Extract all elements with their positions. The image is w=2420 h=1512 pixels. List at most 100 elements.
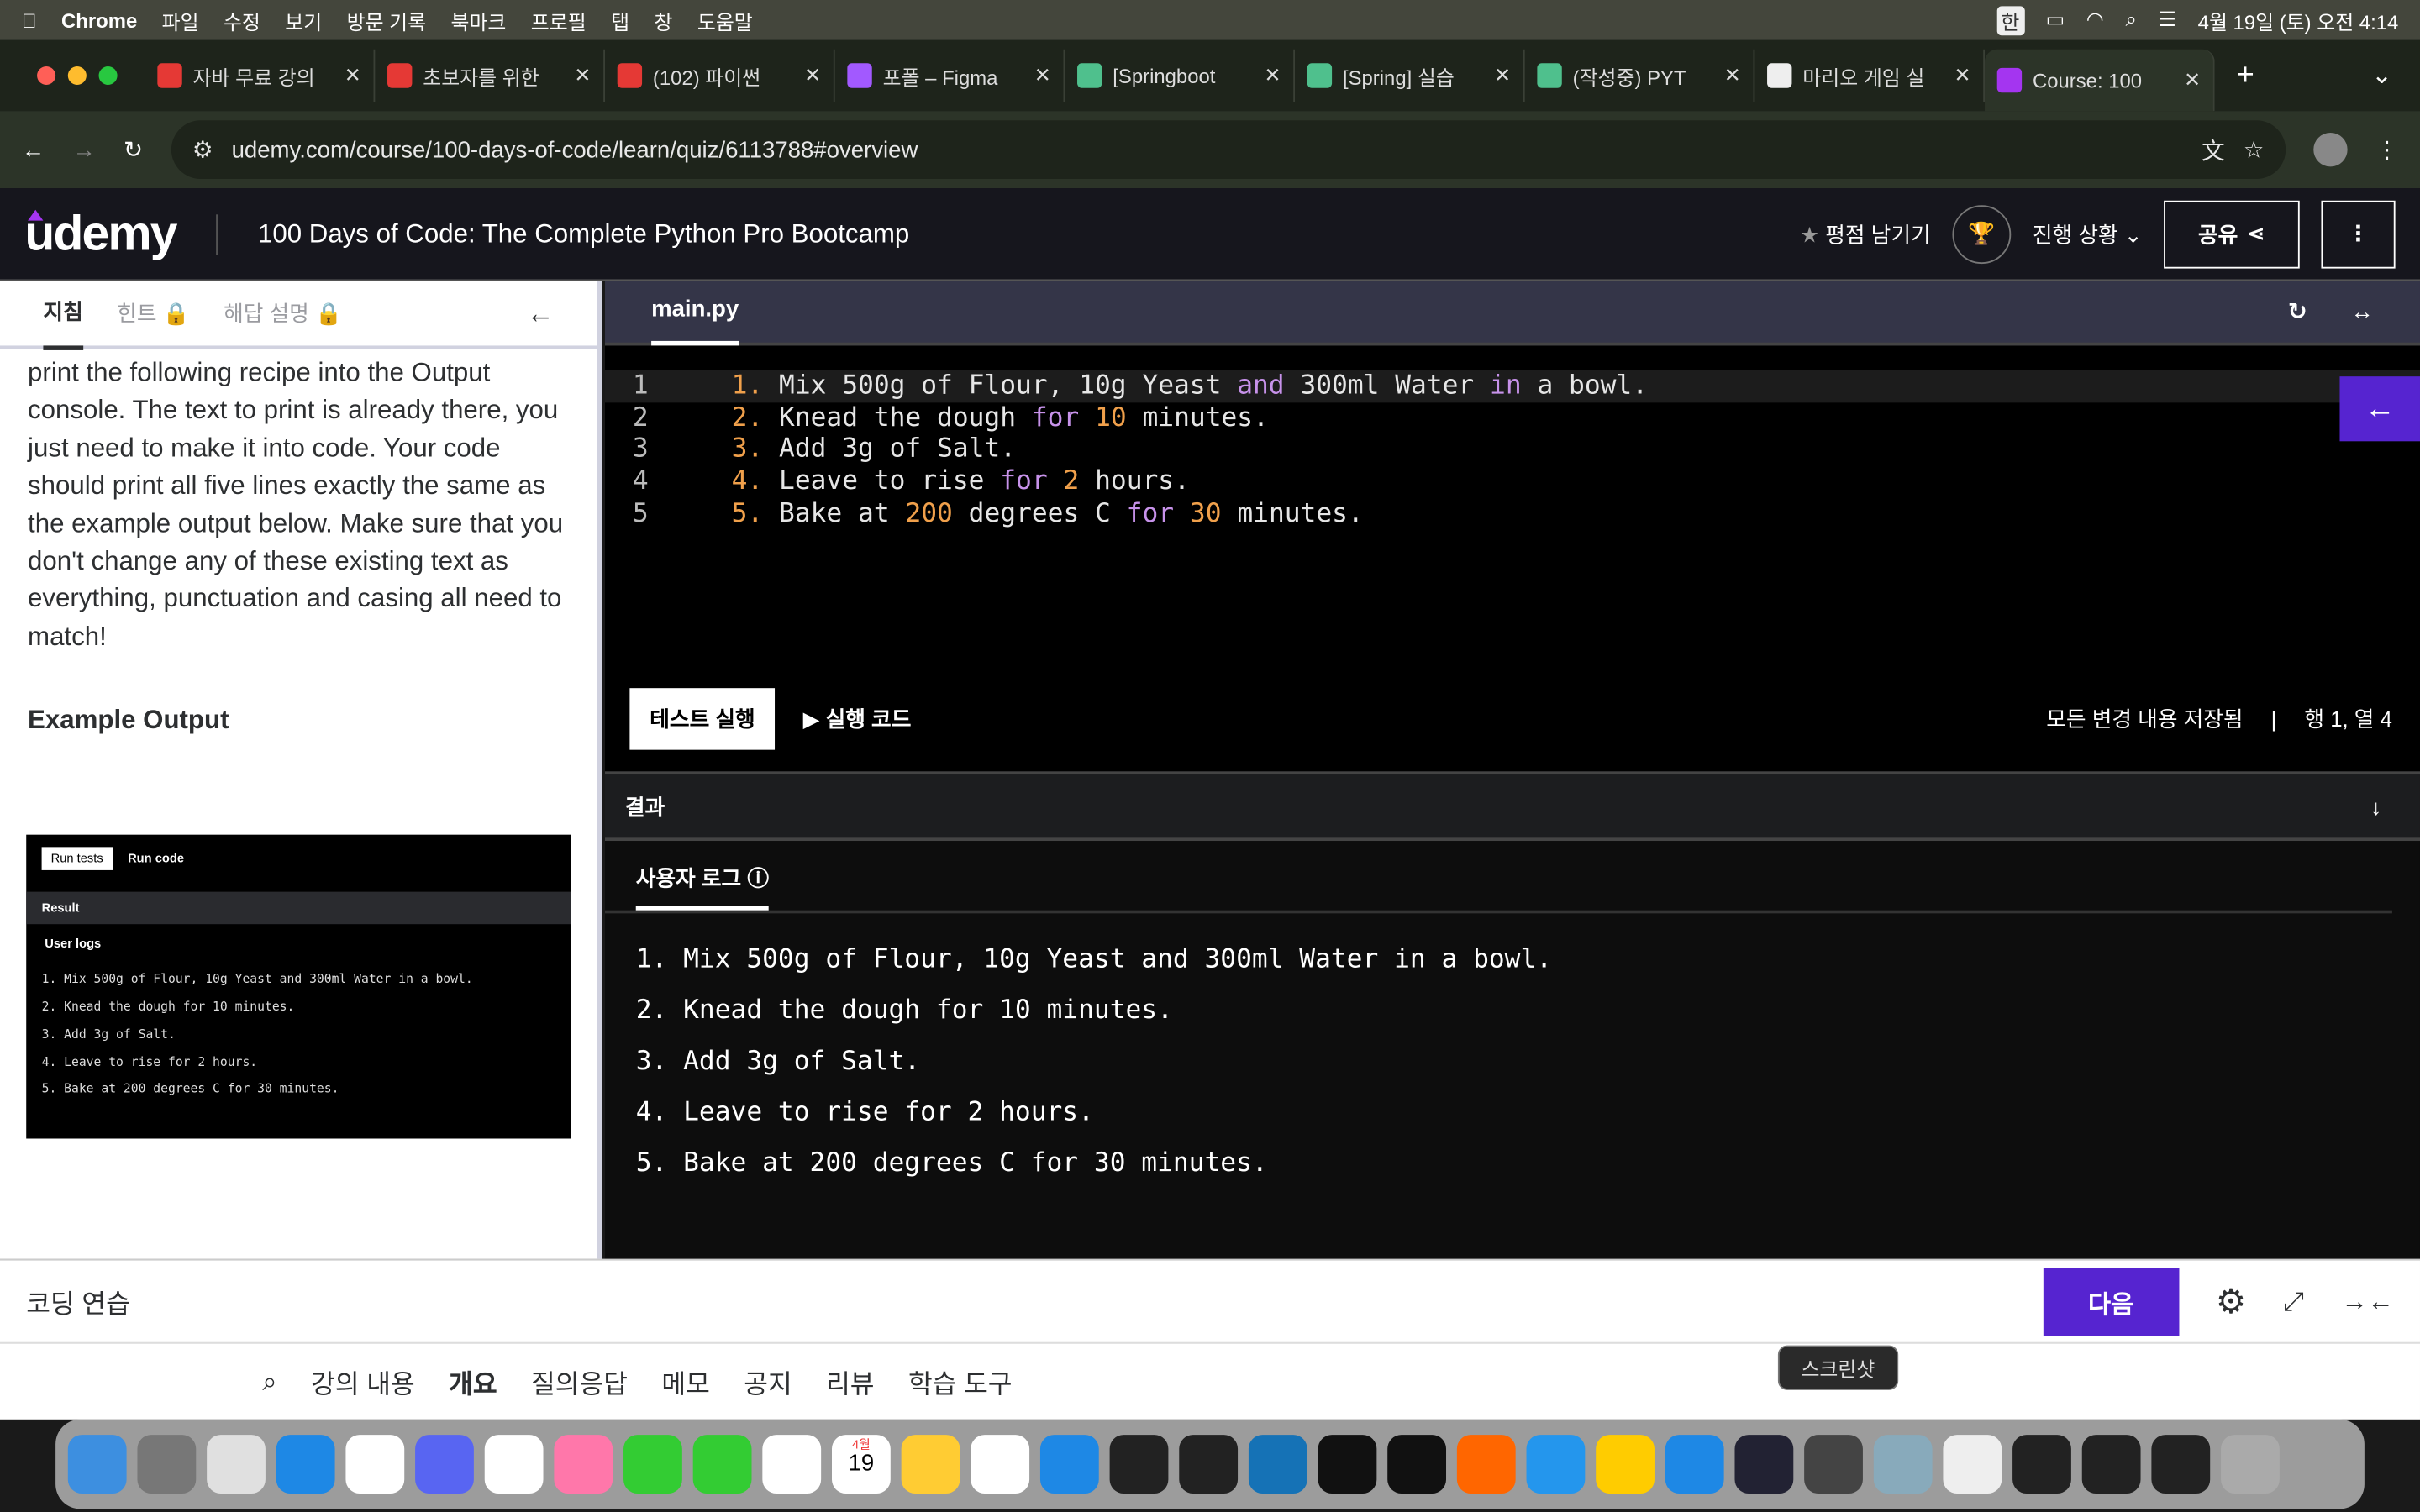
menu-item[interactable]: 북마크 [450,5,506,34]
reload-icon[interactable]: ↻ [124,136,143,163]
close-tab-icon[interactable]: ✕ [804,63,821,87]
reset-icon[interactable]: ↻ [2288,297,2307,325]
dock-app-icon[interactable] [1943,1435,2002,1494]
code-line[interactable]: 2. Knead the dough for 10 minutes. [605,402,2420,434]
code-area[interactable]: 1 2 3 4 5 1. Mix 500g of Flour, 10g Yeas… [604,345,2420,530]
exit-wide-icon[interactable]: →← [2341,1286,2393,1317]
share-button[interactable]: 공유 ⋖ [2164,199,2300,268]
collapse-panel-icon[interactable]: ← [526,297,554,330]
bookmark-star-icon[interactable]: ☆ [2244,136,2265,163]
dock-app-icon[interactable] [901,1435,960,1494]
minimize-button[interactable] [67,66,87,86]
rate-button[interactable]: ★ 평점 남기기 [1800,218,1931,249]
udemy-logo[interactable]: udemy [24,205,177,262]
menu-item[interactable]: 창 [654,5,672,34]
trophy-icon[interactable]: 🏆 [1952,204,2012,264]
close-tab-icon[interactable]: ✕ [345,63,361,87]
more-options-button[interactable]: ⋮ [2321,199,2396,268]
dock-app-icon[interactable] [762,1435,822,1494]
dock-app-icon[interactable] [1873,1435,1933,1494]
menu-item[interactable]: 탭 [611,5,629,34]
dock-app-icon[interactable] [692,1435,752,1494]
dock-app-icon[interactable] [2081,1435,2141,1494]
nav-tab-tools[interactable]: 학습 도구 [908,1362,1013,1401]
browser-tab[interactable]: 초보자를 위한 ✕ [375,49,605,102]
code-line[interactable]: 1. Mix 500g of Flour, 10g Yeast and 300m… [604,370,2420,402]
fullscreen-icon[interactable]: ⤢ [2283,1286,2304,1317]
close-window-button[interactable] [37,66,56,86]
dock-app-icon[interactable] [415,1435,474,1494]
dock-app-icon[interactable] [1109,1435,1169,1494]
code-line[interactable]: 4. Leave to rise for 2 hours. [605,466,2420,498]
dock-app-icon[interactable] [2221,1435,2280,1494]
apple-icon[interactable]:  [22,8,37,32]
nav-tab-reviews[interactable]: 리뷰 [826,1362,874,1401]
tab-instructions[interactable]: 지침 [43,277,83,350]
close-tab-icon[interactable]: ✕ [1034,63,1051,87]
dock-app-icon[interactable] [1596,1435,1655,1494]
dock-app-icon[interactable] [1734,1435,1794,1494]
dock-app-icon[interactable] [276,1435,335,1494]
dock-app-icon[interactable] [554,1435,613,1494]
dock-app-icon[interactable] [1039,1435,1099,1494]
browser-tab[interactable]: Course: 100 ✕ [1985,49,2215,112]
code-line[interactable]: 5. Bake at 200 degrees C for 30 minutes. [605,498,2420,530]
close-tab-icon[interactable]: ✕ [1724,63,1741,87]
forward-icon[interactable]: → [72,137,96,163]
nav-tab-announcements[interactable]: 공지 [744,1362,792,1401]
progress-dropdown[interactable]: 진행 상황 ⌄ [2033,218,2142,249]
dock-app-icon[interactable] [484,1435,544,1494]
dock-app-icon[interactable] [1665,1435,1724,1494]
menu-item[interactable]: 프로필 [531,5,587,34]
browser-tab[interactable]: [Springboot ✕ [1065,49,1296,102]
browser-tab[interactable]: (102) 파이썬 ✕ [605,49,835,102]
tab-search-icon[interactable]: ⌄ [2371,60,2392,92]
browser-tab[interactable]: [Spring] 실습 ✕ [1295,49,1525,102]
dock-app-icon[interactable] [345,1435,405,1494]
dock-app-icon[interactable] [1248,1435,1307,1494]
search-icon[interactable]: ⌕ [262,1366,277,1397]
search-icon[interactable]: ⌕ [2125,8,2136,32]
back-icon[interactable]: ← [22,137,45,163]
control-center-icon[interactable]: ☰ [2159,8,2176,32]
translate-icon[interactable]: 文 [2202,134,2225,166]
browser-tab[interactable]: 포폴 – Figma ✕ [835,49,1065,102]
dock-app-icon[interactable] [1387,1435,1447,1494]
profile-avatar[interactable] [2313,132,2348,167]
close-tab-icon[interactable]: ✕ [1954,63,1970,87]
browser-tab[interactable]: (작성중) PYT ✕ [1525,49,1755,102]
code-lines[interactable]: 1. Mix 500g of Flour, 10g Yeast and 300m… [604,370,2420,530]
nav-tab-overview[interactable]: 개요 [449,1362,497,1401]
menu-item[interactable]: 수정 [224,5,260,34]
collapse-result-icon[interactable]: ↓ [2370,794,2381,818]
menu-item[interactable]: 파일 [162,5,199,34]
dock-app-icon[interactable] [1456,1435,1516,1494]
input-source[interactable]: 한 [1996,5,2024,35]
tab-hints[interactable]: 힌트 🔒 [117,297,189,328]
browser-tab[interactable]: 마리오 게임 실 ✕ [1754,49,1986,102]
dock-app-icon[interactable] [1179,1435,1239,1494]
nav-tab-qa[interactable]: 질의응답 [531,1362,628,1401]
dock-app-icon[interactable] [1526,1435,1586,1494]
dock-app-icon[interactable] [137,1435,197,1494]
dock-app-icon[interactable] [2012,1435,2071,1494]
dock-app-icon[interactable] [1318,1435,1377,1494]
close-tab-icon[interactable]: ✕ [574,63,591,87]
menu-app-name[interactable]: Chrome [61,8,137,32]
info-icon[interactable]: ⓘ [747,865,769,890]
close-tab-icon[interactable]: ✕ [1494,63,1511,87]
dock-app-icon[interactable] [971,1435,1030,1494]
wifi-icon[interactable]: ◠ [2086,8,2104,32]
code-line[interactable]: 3. Add 3g of Salt. [605,434,2420,466]
zoom-button[interactable] [98,66,118,86]
settings-gear-icon[interactable]: ⚙ [2216,1281,2246,1321]
collapse-editor-button[interactable]: ← [2339,376,2420,442]
site-info-icon[interactable]: ⚙ [192,136,213,163]
next-button[interactable]: 다음 [2043,1267,2179,1336]
dock-app-icon[interactable] [67,1435,127,1494]
dock-app-icon[interactable] [1804,1435,1863,1494]
battery-icon[interactable]: ▭ [2046,8,2065,32]
tab-user-logs[interactable]: 사용자 로그 ⓘ [635,863,770,911]
course-title[interactable]: 100 Days of Code: The Complete Python Pr… [258,218,909,249]
run-code-button[interactable]: ▶ 실행 코드 [803,704,912,735]
